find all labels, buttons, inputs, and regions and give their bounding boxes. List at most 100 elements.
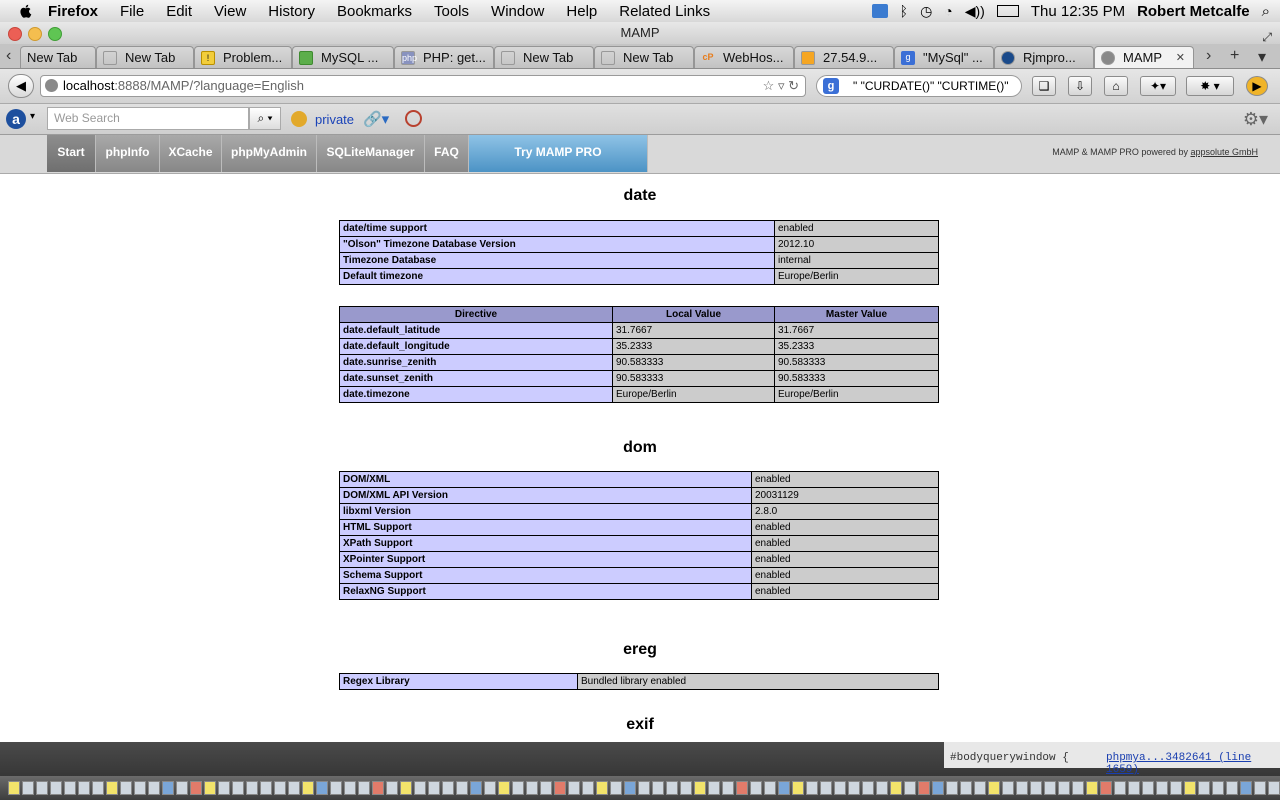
dock-app-icon[interactable] — [246, 781, 258, 795]
dock-app-icon[interactable] — [694, 781, 706, 795]
dock-app-icon[interactable] — [442, 781, 454, 795]
dock-app-icon[interactable] — [1002, 781, 1014, 795]
bookmark-star-icon[interactable]: ☆ — [763, 78, 775, 93]
dock-app-icon[interactable] — [582, 781, 594, 795]
dock-app-icon[interactable] — [1030, 781, 1042, 795]
tab-webhost[interactable]: cP WebHos... — [694, 46, 794, 68]
search-bar[interactable]: g " "CURDATE()" "CURTIME()" — [816, 75, 1022, 97]
dock-app-icon[interactable] — [666, 781, 678, 795]
dock-app-icon[interactable] — [848, 781, 860, 795]
dock-app-icon[interactable] — [946, 781, 958, 795]
dock-app-icon[interactable] — [1086, 781, 1098, 795]
new-tab-icon[interactable]: + — [1230, 47, 1239, 65]
link-icon[interactable]: 🔗▾ — [363, 110, 389, 128]
dock-app-icon[interactable] — [232, 781, 244, 795]
ask-menu-dropdown-icon[interactable]: ▾ — [30, 111, 35, 122]
dock-app-icon[interactable] — [1156, 781, 1168, 795]
tab-google-mysql[interactable]: g "MySql" ... — [894, 46, 994, 68]
tab-rjmpro[interactable]: Rjmpro... — [994, 46, 1094, 68]
dock-app-icon[interactable] — [134, 781, 146, 795]
dock-app-icon[interactable] — [106, 781, 118, 795]
firebug-icon[interactable]: ✸ ▾ — [1186, 76, 1234, 96]
reload-icon[interactable]: ↻ — [788, 78, 799, 93]
appsolute-link[interactable]: appsolute GmbH — [1190, 147, 1258, 157]
dock-app-icon[interactable] — [1254, 781, 1266, 795]
list-all-tabs-icon[interactable]: ▾ — [1258, 47, 1266, 67]
dock-app-icon[interactable] — [722, 781, 734, 795]
menu-view[interactable]: View — [214, 3, 246, 20]
tab-problem[interactable]: ! Problem... — [194, 46, 292, 68]
wifi-icon[interactable]: ◔ — [944, 3, 952, 19]
menu-bookmarks[interactable]: Bookmarks — [337, 3, 412, 20]
dock-app-icon[interactable] — [302, 781, 314, 795]
close-tab-icon[interactable]: ✕ — [1176, 51, 1185, 64]
history-dropdown-icon[interactable]: ▿ — [778, 78, 785, 93]
dock-app-icon[interactable] — [484, 781, 496, 795]
dock-app-icon[interactable] — [974, 781, 986, 795]
dock-app-icon[interactable] — [932, 781, 944, 795]
menu-help[interactable]: Help — [566, 3, 597, 20]
dock-app-icon[interactable] — [22, 781, 34, 795]
clock[interactable]: Thu 12:35 PM — [1031, 3, 1125, 20]
dock-app-icon[interactable] — [1184, 781, 1196, 795]
dock-app-icon[interactable] — [638, 781, 650, 795]
battery-icon[interactable] — [996, 5, 1019, 17]
mamp-nav-sqlitemanager[interactable]: SQLiteManager — [317, 135, 425, 172]
css-source-link[interactable]: phpmya...3482641 (line 1659) — [1106, 752, 1280, 776]
tab-php[interactable]: php PHP: get... — [394, 46, 494, 68]
mamp-nav-xcache[interactable]: XCache — [160, 135, 222, 172]
tab-new-tab-1[interactable]: New Tab — [20, 46, 96, 68]
addon-toolbar-icon[interactable]: ❑ — [1032, 76, 1056, 96]
menu-history[interactable]: History — [268, 3, 315, 20]
extension-run-icon[interactable]: ▶ — [1246, 76, 1268, 96]
dock-app-icon[interactable] — [218, 781, 230, 795]
dock-app-icon[interactable] — [470, 781, 482, 795]
time-machine-icon[interactable]: ◷ — [920, 3, 932, 20]
dock-app-icon[interactable] — [862, 781, 874, 795]
site-identity-icon[interactable] — [45, 79, 58, 92]
dock-app-icon[interactable] — [988, 781, 1000, 795]
dock-app-icon[interactable] — [554, 781, 566, 795]
dock-app-icon[interactable] — [1212, 781, 1224, 795]
dock-app-icon[interactable] — [78, 781, 90, 795]
dock-app-icon[interactable] — [120, 781, 132, 795]
dock-app-icon[interactable] — [260, 781, 272, 795]
dock-app-icon[interactable] — [386, 781, 398, 795]
dock-app-icon[interactable] — [176, 781, 188, 795]
dropbox-icon[interactable] — [871, 4, 888, 18]
mamp-nav-phpmyadmin[interactable]: phpMyAdmin — [222, 135, 317, 172]
dock-app-icon[interactable] — [498, 781, 510, 795]
dock-app-icon[interactable] — [372, 781, 384, 795]
dock-app-icon[interactable] — [750, 781, 762, 795]
tab-new-tab-4[interactable]: New Tab — [594, 46, 694, 68]
dock-app-icon[interactable] — [36, 781, 48, 795]
dock-app-icon[interactable] — [204, 781, 216, 795]
dock-app-icon[interactable] — [190, 781, 202, 795]
tab-new-tab-2[interactable]: New Tab — [96, 46, 194, 68]
dock-app-icon[interactable] — [568, 781, 580, 795]
dock-app-icon[interactable] — [778, 781, 790, 795]
minimize-window-button[interactable] — [28, 27, 42, 41]
private-link[interactable]: private — [315, 112, 354, 127]
dock-app-icon[interactable] — [288, 781, 300, 795]
dock-app-icon[interactable] — [400, 781, 412, 795]
dock-app-icon[interactable] — [456, 781, 468, 795]
gear-icon[interactable]: ⚙▾ — [1243, 109, 1268, 130]
dock-app-icon[interactable] — [1128, 781, 1140, 795]
dock-app-icon[interactable] — [834, 781, 846, 795]
dock-app-icon[interactable] — [526, 781, 538, 795]
web-search-button[interactable]: ⌕ ▾ — [249, 107, 281, 130]
dock-app-icon[interactable] — [610, 781, 622, 795]
dock-app-icon[interactable] — [876, 781, 888, 795]
dock-app-icon[interactable] — [652, 781, 664, 795]
tab-mamp-active[interactable]: MAMP ✕ — [1094, 46, 1194, 68]
dock-app-icon[interactable] — [1142, 781, 1154, 795]
menu-file[interactable]: File — [120, 3, 144, 20]
dock-app-icon[interactable] — [50, 781, 62, 795]
dock-app-icon[interactable] — [8, 781, 20, 795]
tab-phpmyadmin-ip[interactable]: 27.54.9... — [794, 46, 894, 68]
spotlight-icon[interactable]: ⌕ — [1262, 3, 1270, 20]
timer-icon[interactable] — [405, 110, 422, 127]
dock-app-icon[interactable] — [414, 781, 426, 795]
dock-app-icon[interactable] — [918, 781, 930, 795]
